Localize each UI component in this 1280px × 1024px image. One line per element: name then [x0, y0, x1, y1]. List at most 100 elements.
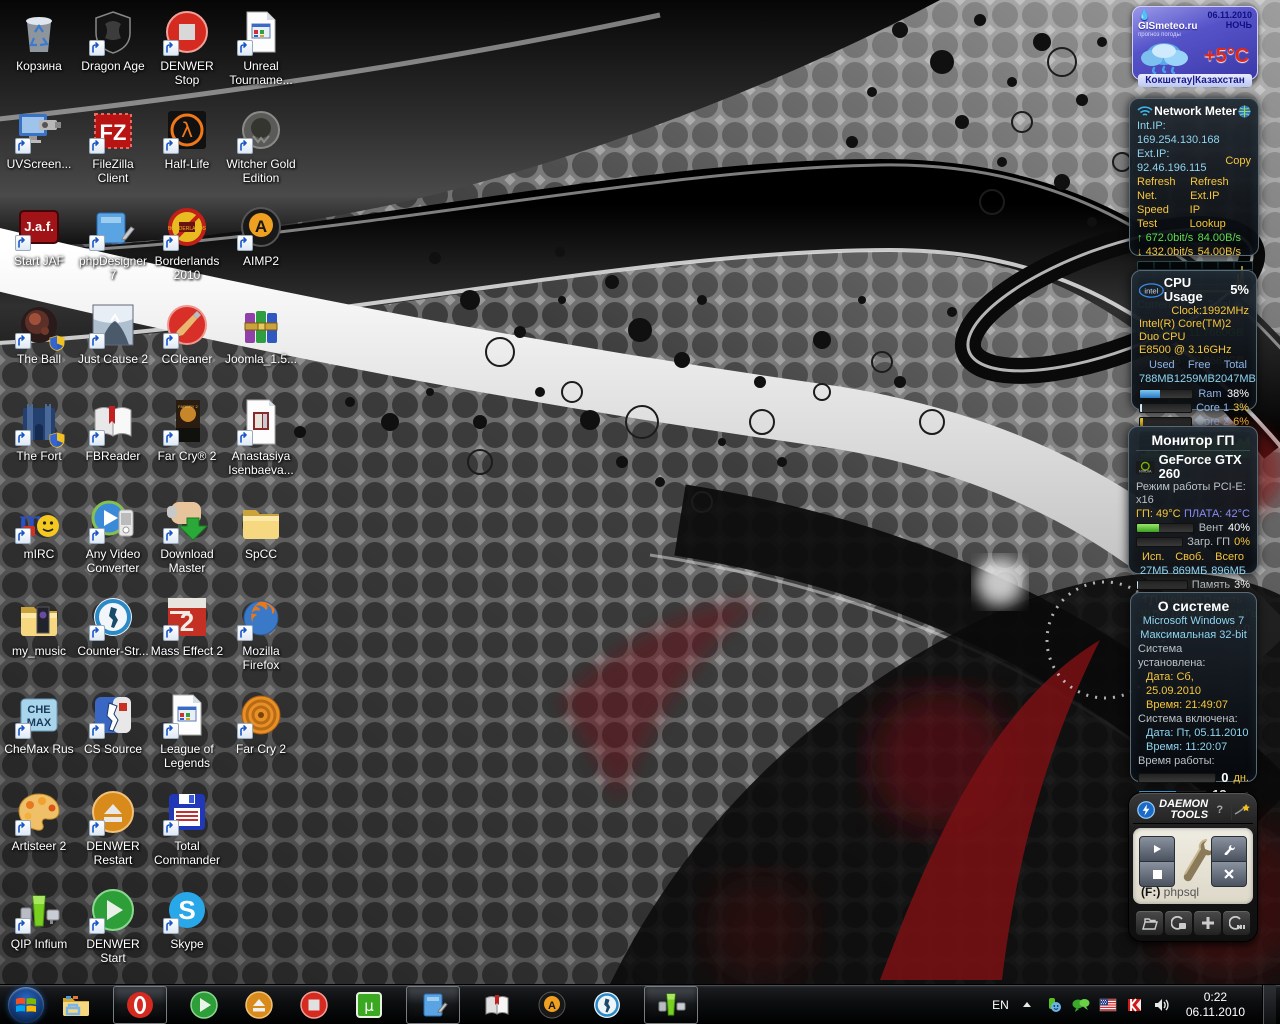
desktop-icon-counter-strike[interactable]: Counter-Str... [76, 593, 150, 658]
desktop-icon-uvscreencamera[interactable]: UVScreen... [2, 106, 76, 171]
sparkle-button[interactable] [1231, 801, 1253, 820]
refresh-net-link[interactable]: Refresh Net. [1137, 175, 1190, 203]
desktop-icon-phpdesigner[interactable]: phpDesigner 7 [76, 203, 150, 282]
desktop-icon-farcry2-cover[interactable]: FARCRY 2 Far Cry® 2 [150, 398, 224, 463]
taskbar-button-explorer[interactable] [58, 987, 94, 1023]
open-image-button[interactable] [1135, 910, 1164, 936]
network-meter-gadget[interactable]: Network Meter Int.IP: 169.254.130.168 Ex… [1129, 98, 1259, 256]
desktop-icon-half-life[interactable]: λ Half-Life [150, 106, 224, 171]
help-button[interactable]: ? [1208, 804, 1230, 816]
taskbar-button-qip[interactable] [644, 986, 698, 1024]
taskbar-button-opera[interactable] [113, 986, 167, 1024]
taskbar-button-phpdesigner[interactable] [406, 986, 460, 1024]
desktop-icon-doc-book[interactable]: Anastasiya Isenbaeva... [224, 398, 298, 477]
taskbar-button-utorrent[interactable]: µ [351, 987, 387, 1023]
desktop-icon-denwer-stop[interactable]: DENWER Stop [150, 8, 224, 87]
desktop-icon-chemax[interactable]: CHEMAX CheMax Rus [2, 691, 76, 756]
desktop-icon-cs-source[interactable]: CS Source [76, 691, 150, 756]
desktop-icon-rar-books[interactable]: Joomla_1.5... [224, 301, 298, 366]
shortcut-arrow-icon [163, 820, 179, 836]
svg-text:intel: intel [1144, 286, 1158, 295]
desktop-icon-dragon-age[interactable]: Dragon Age [76, 8, 150, 73]
desktop-icon-mass-effect-2[interactable]: 2 Mass Effect 2 [150, 593, 224, 658]
desktop-icon-fbreader[interactable]: FBReader [76, 398, 150, 463]
taskbar-button-denwer-stop[interactable] [296, 987, 332, 1023]
desktop-icon-folder-music[interactable]: my_music [2, 593, 76, 658]
taskbar-button-fbreader[interactable] [479, 987, 515, 1023]
eject-image-button[interactable] [1222, 910, 1251, 936]
tray-icon-kaspersky[interactable] [1126, 997, 1144, 1013]
desktop-icon-page-app[interactable]: Unreal Tourname... [224, 8, 298, 87]
add-button[interactable] [1193, 910, 1222, 936]
desktop-icon-denwer-restart[interactable]: DENWER Restart [76, 788, 150, 867]
cpu-usage-gadget[interactable]: intel CPU Usage 5% Clock:1992MHz Intel(R… [1131, 270, 1257, 410]
refresh-ext-ip-link[interactable]: Refresh Ext.IP [1190, 175, 1251, 203]
taskbar-button-denwer-restart[interactable] [241, 987, 277, 1023]
desktop-icon-farcry2-disc[interactable]: Far Cry 2 [224, 691, 298, 756]
taskbar-button-counter-strike[interactable] [589, 987, 625, 1023]
desktop-icon-ccleaner[interactable]: CCleaner [150, 301, 224, 366]
stop-button[interactable] [1139, 861, 1175, 887]
taskbar-clock[interactable]: 0:22 06.11.2010 [1180, 990, 1251, 1020]
ip-lookup-link[interactable]: IP Lookup [1190, 203, 1237, 231]
settings-wrench-button[interactable] [1211, 836, 1247, 862]
uptime-bar [1138, 773, 1216, 783]
tray-icon-hidden-icons-arrow[interactable] [1018, 997, 1036, 1013]
desktop-icon-qip[interactable]: QIP Infium [2, 886, 76, 951]
desktop-icon-label: DENWER Stop [150, 59, 224, 87]
tray-icon-chat-bubbles[interactable] [1072, 997, 1090, 1013]
desktop-icon-the-fort[interactable]: The Fort [2, 398, 76, 463]
desktop-icon-artisteer[interactable]: Artisteer 2 [2, 788, 76, 853]
desktop-icon-folder[interactable]: SpCC [224, 496, 298, 561]
desktop-icon-page-app[interactable]: League of Legends [150, 691, 224, 770]
chemax-icon: CHEMAX [15, 691, 63, 739]
cpu-name: Intel(R) Core(TM)2 Duo CPU [1139, 318, 1249, 344]
save-image-button[interactable] [1164, 910, 1193, 936]
daemon-tools-gadget[interactable]: DAEMON TOOLS ? (F:) phpsql [1128, 792, 1258, 942]
gpu-monitor-gadget[interactable]: Монитор ГП NVIDIA GeForce GTX 260 Режим … [1128, 426, 1258, 574]
desktop-icon-denwer-start[interactable]: DENWER Start [76, 886, 150, 965]
desktop-icon-label: Borderlands 2010 [150, 254, 224, 282]
tray-icon-us-flag[interactable] [1099, 997, 1117, 1013]
desktop-icon-label: DENWER Restart [76, 839, 150, 867]
language-indicator[interactable]: EN [992, 998, 1009, 1012]
desktop-icon-filezilla[interactable]: FZ FileZilla Client [76, 106, 150, 185]
ram-used: 788MB [1139, 372, 1174, 386]
show-desktop-button[interactable] [1262, 985, 1276, 1024]
desktop-icon-witcher[interactable]: Witcher Gold Edition [224, 106, 298, 185]
desktop-icon-label: Start JAF [2, 254, 76, 268]
weather-gadget[interactable]: 💧GISmeteo.ru прогноз погоды 06.11.2010 Н… [1132, 6, 1258, 80]
shortcut-arrow-icon [89, 918, 105, 934]
desktop-icon-firefox[interactable]: Mozilla Firefox [224, 593, 298, 672]
tray-icon-qip-tray[interactable] [1045, 997, 1063, 1013]
download-speed: ↓ 432.0bit/s [1137, 245, 1193, 259]
desktop-icon-label: mIRC [2, 547, 76, 561]
tray-icon-volume[interactable] [1153, 997, 1171, 1013]
desktop-icon-mirc[interactable]: m mIRC [2, 496, 76, 561]
globe-icon [1238, 105, 1251, 118]
desktop-icon-jaf[interactable]: J.a.f. Start JAF [2, 203, 76, 268]
desktop-icon-any-video-converter[interactable]: Any Video Converter [76, 496, 150, 575]
desktop-icon-recycle-bin[interactable]: Корзина [2, 8, 76, 73]
desktop-icon-skype[interactable]: S Skype [150, 886, 224, 951]
desktop-icon-borderlands[interactable]: BORDERLANDS Borderlands 2010 [150, 203, 224, 282]
desktop-icon-aimp[interactable]: A AIMP2 [224, 203, 298, 268]
start-button[interactable] [8, 987, 44, 1023]
shortcut-arrow-icon [89, 430, 105, 446]
desktop-icon-just-cause-2[interactable]: Just Cause 2 [76, 301, 150, 366]
desktop-icon-label: Artisteer 2 [2, 839, 76, 853]
svg-text:µ: µ [364, 997, 374, 1015]
desktop-icon-total-commander[interactable]: Total Commander [150, 788, 224, 867]
copy-link[interactable]: Copy [1225, 154, 1251, 168]
mount-play-button[interactable] [1139, 836, 1175, 862]
taskbar-button-aimp[interactable]: A [534, 987, 570, 1023]
desktop-icon-download-master[interactable]: Download Master [150, 496, 224, 575]
speed-test-link[interactable]: Speed Test [1137, 203, 1190, 231]
wifi-icon [1137, 105, 1153, 117]
taskbar-button-denwer-start[interactable] [186, 987, 222, 1023]
unmount-x-button[interactable] [1211, 861, 1247, 887]
desktop-icon-the-ball[interactable]: The Ball [2, 301, 76, 366]
denwer-start-icon [89, 886, 137, 934]
system-info-gadget[interactable]: О системе Microsoft Windows 7 Максимальн… [1130, 592, 1257, 782]
desktop-icon-label: League of Legends [150, 742, 224, 770]
